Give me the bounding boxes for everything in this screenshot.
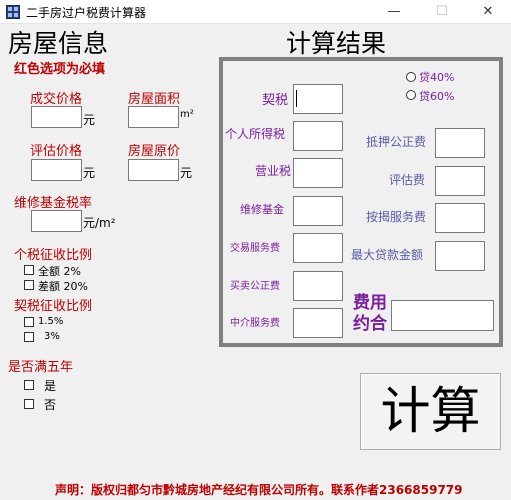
eval-fee-label: 评估费 (389, 173, 426, 187)
income-diff-checkbox[interactable] (24, 280, 34, 290)
mortgage-service-label: 按揭服务费 (366, 210, 427, 224)
five-years-yes-label: 是 (44, 379, 57, 393)
required-note: 红色选项为必填 (14, 62, 106, 77)
five-years-yes-checkbox[interactable] (24, 380, 34, 390)
agency-fee-output[interactable] (293, 308, 343, 338)
deed-tax-ratio-label: 契税征收比例 (14, 299, 93, 314)
sale-notary-label: 买卖公正费 (230, 281, 280, 292)
eval-price-input[interactable] (31, 159, 82, 181)
agency-fee-label: 中介服务费 (230, 318, 280, 329)
income-tax-ratio-label: 个税征收比例 (14, 248, 93, 263)
mortgage-service-output[interactable] (435, 203, 485, 233)
loan60-radio[interactable] (406, 90, 416, 100)
orig-price-label: 房屋原价 (128, 144, 181, 159)
maint-fund-output[interactable] (293, 196, 343, 226)
maint-fund-label: 维修基金 (240, 203, 284, 216)
sale-notary-output[interactable] (293, 271, 343, 301)
deed-3-checkbox[interactable] (24, 332, 34, 342)
trade-fee-label: 交易服务费 (230, 243, 280, 254)
deal-price-input[interactable] (31, 106, 82, 128)
eval-price-label: 评估价格 (30, 144, 83, 159)
eval-price-unit: 元 (83, 166, 96, 180)
max-loan-label: 最大贷款金额 (351, 248, 424, 262)
copyright-footer: 声明：版权归都匀市黔城房地产经纪有限公司所有。联系作者2366859779 (55, 483, 463, 497)
maint-rate-input[interactable] (31, 210, 82, 232)
mortgage-notary-output[interactable] (435, 128, 485, 158)
fee-agreed-label: 费用 约合 (353, 293, 387, 334)
orig-price-unit: 元 (180, 166, 193, 180)
income-tax-label: 个人所得税 (225, 127, 286, 141)
calculate-button[interactable]: 计算 (360, 373, 501, 450)
result-heading: 计算结果 (286, 29, 387, 58)
maximize-button[interactable]: ☐ (419, 0, 465, 24)
income-full-checkbox[interactable] (24, 265, 34, 275)
deed-15-checkbox[interactable] (24, 317, 34, 327)
five-years-no-checkbox[interactable] (24, 399, 34, 409)
income-tax-output[interactable] (293, 121, 343, 151)
area-input[interactable] (128, 106, 179, 128)
maint-rate-unit: 元/m² (83, 216, 116, 230)
trade-fee-output[interactable] (293, 233, 343, 263)
fee-agreed-output[interactable] (391, 300, 494, 331)
window-title: 二手房过户税费计算器 (26, 6, 147, 20)
area-label: 房屋面积 (128, 92, 181, 107)
deed-3-label: 3% (44, 331, 60, 342)
text-caret (296, 90, 297, 107)
income-diff-label: 差额 20% (38, 280, 88, 293)
orig-price-input[interactable] (128, 159, 179, 181)
income-full-label: 全额 2% (38, 265, 81, 278)
deal-price-unit: 元 (83, 113, 96, 127)
loan40-radio[interactable] (406, 72, 416, 82)
area-unit: m² (180, 109, 194, 120)
loan60-label: 贷60% (419, 90, 455, 103)
five-years-no-label: 否 (44, 398, 57, 412)
maint-rate-label: 维修基金税率 (14, 196, 93, 211)
app-icon (6, 5, 20, 19)
deal-price-label: 成交价格 (30, 92, 83, 107)
deed-tax-output[interactable] (293, 84, 343, 114)
close-button[interactable]: ✕ (465, 0, 511, 24)
deed-tax-label: 契税 (262, 93, 289, 108)
loan40-label: 贷40% (419, 71, 455, 84)
deed-15-label: 1.5% (38, 316, 64, 327)
max-loan-output[interactable] (435, 241, 485, 271)
house-info-heading: 房屋信息 (8, 29, 109, 58)
eval-fee-output[interactable] (435, 166, 485, 196)
business-tax-label: 营业税 (255, 164, 292, 178)
minimize-button[interactable]: — (371, 0, 417, 24)
business-tax-output[interactable] (293, 158, 343, 188)
five-years-label: 是否满五年 (8, 360, 74, 375)
title-bar: 二手房过户税费计算器 — ☐ ✕ (0, 0, 511, 24)
mortgage-notary-label: 抵押公正费 (366, 135, 427, 149)
